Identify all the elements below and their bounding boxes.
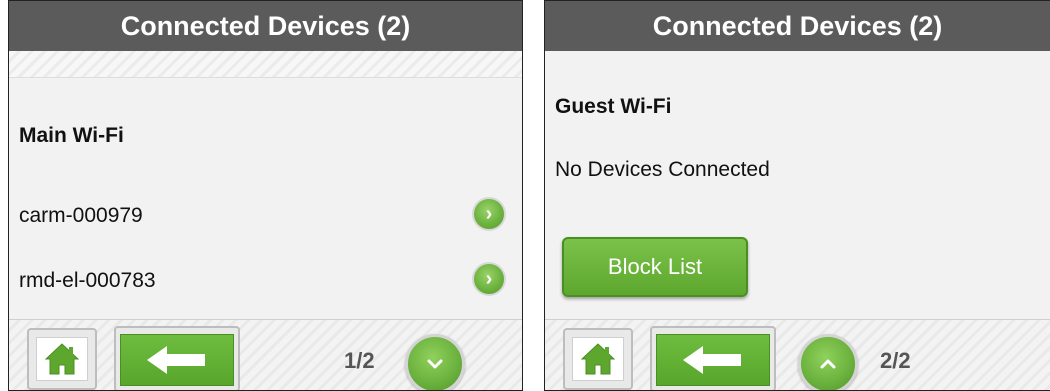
scroll-down-button[interactable] [405, 334, 465, 390]
device-name: carm-000979 [19, 204, 143, 227]
device-row[interactable]: carm-000979 › [19, 195, 506, 235]
chevron-down-icon [427, 359, 443, 369]
connected-devices-screen-page-1: Connected Devices (2) Main Wi-Fi carm-00… [8, 0, 523, 391]
home-icon [36, 337, 88, 381]
arrow-left-icon [656, 334, 770, 386]
section-title-main-wifi: Main Wi-Fi [19, 124, 124, 147]
home-button[interactable] [563, 328, 633, 390]
chevron-up-icon [820, 359, 836, 369]
scroll-up-button[interactable] [798, 334, 858, 390]
chevron-right-icon[interactable]: › [472, 197, 506, 231]
footer-bar: 1/2 [9, 319, 522, 390]
footer-bar: 2/2 [545, 319, 1050, 390]
home-icon [572, 337, 624, 381]
no-devices-message: No Devices Connected [555, 158, 770, 181]
page-title: Connected Devices (2) [545, 1, 1050, 51]
home-button[interactable] [27, 328, 97, 390]
page-indicator: 2/2 [880, 348, 911, 373]
connected-devices-screen-page-2: Connected Devices (2) Guest Wi-Fi No Dev… [544, 0, 1050, 391]
page-indicator: 1/2 [344, 348, 375, 373]
arrow-left-icon [120, 334, 234, 386]
back-button[interactable] [114, 326, 240, 390]
header-divider [9, 51, 522, 78]
back-button[interactable] [650, 326, 776, 390]
chevron-right-icon[interactable]: › [472, 262, 506, 296]
page-title: Connected Devices (2) [9, 1, 522, 51]
section-title-guest-wifi: Guest Wi-Fi [555, 95, 672, 118]
device-name: rmd-el-000783 [19, 269, 156, 292]
block-list-button[interactable]: Block List [562, 237, 748, 297]
device-row[interactable]: rmd-el-000783 › [19, 260, 506, 300]
